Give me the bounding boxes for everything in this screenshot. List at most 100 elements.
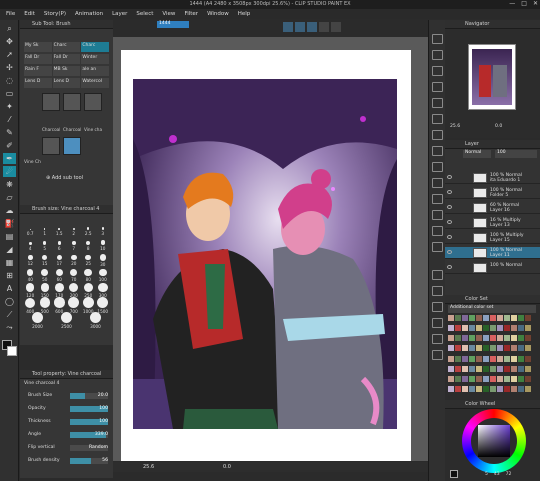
brush-size-option[interactable]: 40	[24, 269, 37, 282]
brush-size-option[interactable]: 60	[53, 269, 66, 282]
color-swatch[interactable]	[462, 365, 468, 372]
layer-search-panel-icon[interactable]	[432, 146, 443, 156]
color-swatch[interactable]	[511, 365, 517, 372]
color-swatch[interactable]	[483, 355, 489, 362]
color-swatch[interactable]	[455, 325, 461, 332]
menu-select[interactable]: Select	[136, 11, 153, 17]
brush-size-option[interactable]: 30	[96, 254, 109, 267]
color-swatch[interactable]	[511, 355, 517, 362]
grid-icon[interactable]	[319, 22, 329, 32]
stabilize-icon[interactable]	[283, 22, 293, 32]
material-panel-icon[interactable]	[432, 162, 443, 172]
visibility-eye-icon[interactable]	[447, 220, 452, 224]
color-swatch[interactable]	[448, 385, 454, 392]
color-swatch[interactable]	[455, 375, 461, 382]
color-swatch[interactable]	[469, 355, 475, 362]
decoration-tool-icon[interactable]: ❋	[3, 179, 16, 190]
brush-group-tab[interactable]: ale an	[81, 66, 110, 76]
color-swatch[interactable]	[497, 345, 503, 352]
brush-group-tab[interactable]: Winter	[81, 54, 110, 64]
color-swatch[interactable]	[504, 375, 510, 382]
brush-size-option[interactable]: 70	[67, 268, 80, 282]
color-swatch[interactable]	[518, 335, 524, 342]
saturation-value-square[interactable]	[478, 425, 510, 457]
color-swatch[interactable]	[490, 325, 496, 332]
brush-size-option[interactable]: 20	[67, 254, 80, 266]
navigator-panel-icon[interactable]	[432, 34, 443, 44]
brush-group-tab[interactable]: Lens D	[24, 78, 52, 88]
color-swatch[interactable]	[518, 345, 524, 352]
brush-size-option[interactable]: 2500	[60, 312, 73, 329]
frame-tool-icon[interactable]: ▦	[3, 257, 16, 268]
color-swatch[interactable]	[525, 335, 531, 342]
brush-preview[interactable]	[42, 93, 60, 111]
color-swatch[interactable]	[462, 345, 468, 352]
move-tool-icon[interactable]: ✥	[3, 36, 16, 47]
color-swatch[interactable]	[504, 345, 510, 352]
color-set-panel-icon[interactable]	[432, 334, 443, 344]
layer-row[interactable]: 60 % Normal Layer 16	[445, 202, 540, 214]
menu-filter[interactable]: Filter	[184, 11, 198, 17]
snap-icon[interactable]	[295, 22, 305, 32]
color-swatch[interactable]	[483, 365, 489, 372]
material-panel-icon-4[interactable]	[432, 210, 443, 220]
color-swatch[interactable]	[490, 345, 496, 352]
sub-view-panel-icon[interactable]	[432, 50, 443, 60]
menu-help[interactable]: Help	[238, 11, 251, 17]
fill-tool-icon[interactable]: ⛽	[3, 218, 16, 229]
brush-group-tab[interactable]: Charc	[52, 42, 81, 52]
brush-size-option[interactable]: 1	[38, 226, 51, 236]
balloon-tool-icon[interactable]: ◯	[3, 296, 16, 307]
color-swatch[interactable]	[490, 315, 496, 321]
color-swatch[interactable]	[525, 325, 531, 332]
material-panel-icon-3[interactable]	[432, 194, 443, 204]
brush-size-option[interactable]: 1.5	[53, 226, 66, 236]
brush-size-option[interactable]: 200	[67, 282, 80, 298]
zoom-tool-icon[interactable]: ⌕	[3, 23, 16, 34]
correct-tool-icon[interactable]: ⤳	[3, 322, 16, 333]
color-swatch[interactable]	[511, 385, 517, 392]
color-swatch[interactable]	[448, 365, 454, 372]
color-swatch[interactable]	[476, 325, 482, 332]
brush-size-option[interactable]: 150	[38, 283, 51, 298]
layer-row[interactable]: 100 % Normal Folder 5	[445, 187, 540, 199]
color-swatch[interactable]	[483, 375, 489, 382]
color-swatch[interactable]	[490, 385, 496, 392]
eyedropper-tool-icon[interactable]: ⁄	[3, 114, 16, 125]
tool-property-row[interactable]: Brush density 56	[24, 457, 110, 466]
tool-property-row[interactable]: Brush Size 20.0	[24, 392, 110, 401]
brush-size-option[interactable]: 0.7	[24, 226, 37, 236]
hue-ring[interactable]	[462, 409, 526, 473]
color-wheel-panel-icon[interactable]	[432, 350, 443, 360]
color-swatch[interactable]	[462, 355, 468, 362]
color-swatch[interactable]	[497, 315, 503, 321]
airbrush-tool-icon[interactable]: ☄	[3, 166, 16, 177]
material-panel-icon-2[interactable]	[432, 178, 443, 188]
brush-size-option[interactable]: 6	[53, 241, 66, 251]
color-swatch[interactable]	[525, 385, 531, 392]
maximize-button[interactable]: □	[521, 0, 527, 7]
navigator-rotation[interactable]: 0.0	[495, 124, 502, 129]
color-swatch[interactable]	[518, 375, 524, 382]
color-swatch[interactable]	[469, 335, 475, 342]
color-swatch[interactable]	[497, 385, 503, 392]
color-swatch[interactable]	[469, 345, 475, 352]
material-panel-icon-6[interactable]	[432, 242, 443, 252]
color-swatch[interactable]	[476, 345, 482, 352]
saturation-value[interactable]: 43	[494, 472, 500, 477]
brush-preview[interactable]	[42, 137, 60, 155]
menu-edit[interactable]: Edit	[24, 11, 35, 17]
minimize-button[interactable]: —	[509, 0, 515, 7]
brush-size-option[interactable]: 2.5	[82, 226, 95, 236]
color-swatch[interactable]	[448, 345, 454, 352]
layer-row[interactable]: 100 % Normal	[445, 262, 540, 274]
color-swatch[interactable]	[504, 355, 510, 362]
color-swatch[interactable]	[455, 315, 461, 321]
hue-value[interactable]: 5	[485, 472, 488, 477]
brush-size-option[interactable]: 7	[67, 240, 80, 251]
pen-tool-icon[interactable]: ✎	[3, 127, 16, 138]
selection-tool-icon[interactable]: ▭	[3, 88, 16, 99]
color-swatch[interactable]	[462, 325, 468, 332]
color-swatch[interactable]	[525, 365, 531, 372]
color-swatch[interactable]	[483, 385, 489, 392]
